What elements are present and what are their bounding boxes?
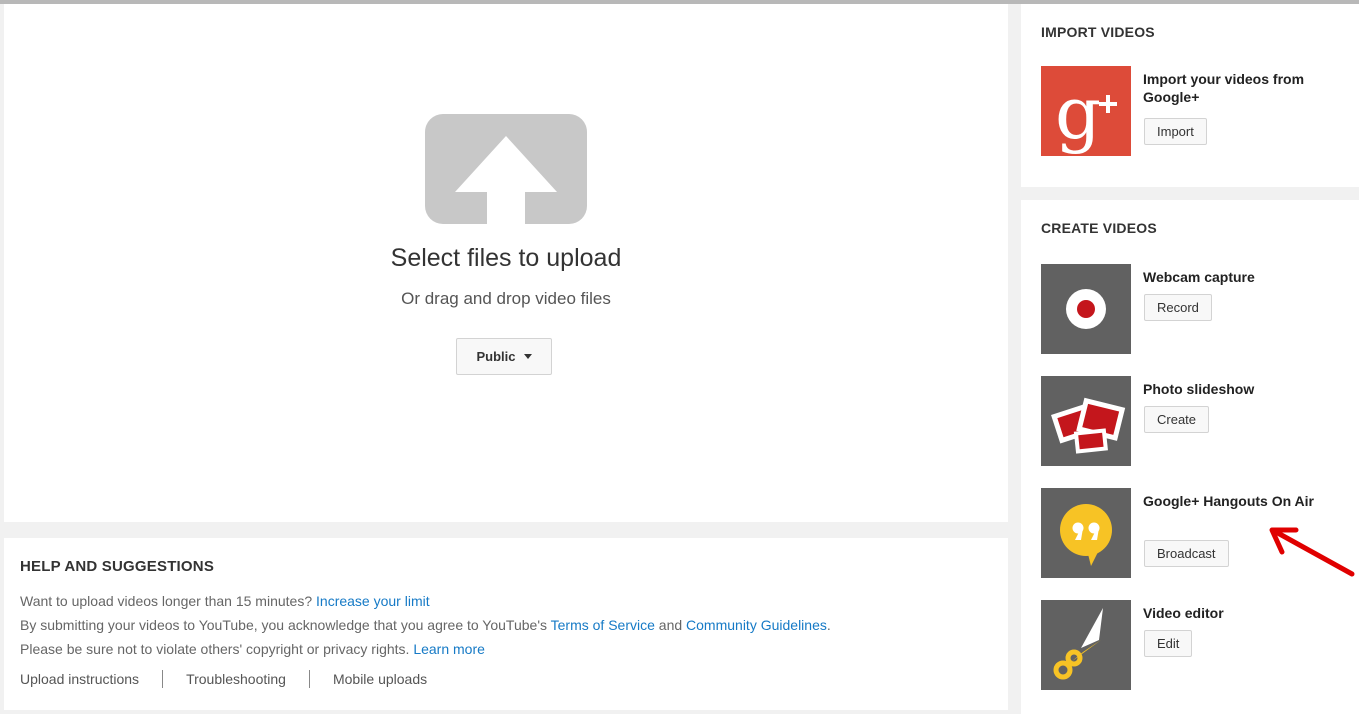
import-videos-title: IMPORT VIDEOS <box>1041 24 1155 40</box>
increase-limit-link[interactable]: Increase your limit <box>316 593 430 609</box>
webcam-capture-item: Webcam capture Record <box>1041 264 1359 354</box>
help-and-text: and <box>658 617 683 633</box>
photo-slideshow-icon <box>1041 376 1131 466</box>
import-google-plus-item: g Import your videos from Google+ Import <box>1041 66 1359 156</box>
help-copyright-text: Please be sure not to violate others' co… <box>20 641 410 657</box>
webcam-capture-title: Webcam capture <box>1143 269 1255 285</box>
annotation-arrow-icon <box>1269 527 1355 577</box>
import-item-title: Import your videos from Google+ <box>1143 71 1305 105</box>
mobile-uploads-link[interactable]: Mobile uploads <box>333 671 427 687</box>
edit-button[interactable]: Edit <box>1144 630 1193 657</box>
import-videos-panel: IMPORT VIDEOS g Import your videos from … <box>1021 4 1359 187</box>
broadcast-button[interactable]: Broadcast <box>1144 540 1229 567</box>
terms-of-service-link[interactable]: Terms of Service <box>551 617 655 633</box>
divider <box>308 670 310 688</box>
community-guidelines-link[interactable]: Community Guidelines <box>686 617 827 633</box>
divider <box>162 670 164 688</box>
chevron-down-icon <box>523 354 532 359</box>
help-line-limit: Want to upload videos longer than 15 min… <box>20 593 430 609</box>
webcam-record-icon <box>1041 264 1131 354</box>
svg-text:g: g <box>1055 71 1101 155</box>
help-links: Upload instructions Troubleshooting Mobi… <box>20 670 427 688</box>
hangouts-title: Google+ Hangouts On Air <box>1143 493 1314 509</box>
privacy-dropdown-label: Public <box>476 349 516 364</box>
select-files-button[interactable]: Select files to upload <box>4 244 1008 273</box>
help-limit-text: Want to upload videos longer than 15 min… <box>20 593 313 609</box>
video-editor-title: Video editor <box>1143 605 1224 621</box>
help-line-copyright: Please be sure not to violate others' co… <box>20 641 485 657</box>
troubleshooting-link[interactable]: Troubleshooting <box>186 671 286 687</box>
drag-drop-hint: Or drag and drop video files <box>401 289 611 308</box>
help-period: . <box>826 617 831 633</box>
help-line-terms: By submitting your videos to YouTube, yo… <box>20 617 831 633</box>
video-editor-item: Video editor Edit <box>1041 600 1359 690</box>
privacy-dropdown[interactable]: Public <box>456 338 552 375</box>
hangouts-icon <box>1041 488 1131 578</box>
create-slideshow-button[interactable]: Create <box>1144 406 1210 433</box>
help-terms-text: By submitting your videos to YouTube, yo… <box>20 617 547 633</box>
record-button[interactable]: Record <box>1144 294 1212 321</box>
upload-instructions-link[interactable]: Upload instructions <box>20 671 139 687</box>
help-panel: HELP AND SUGGESTIONS Want to upload vide… <box>4 538 1008 710</box>
help-title: HELP AND SUGGESTIONS <box>20 558 215 575</box>
learn-more-link[interactable]: Learn more <box>413 641 485 657</box>
scissors-icon <box>1041 600 1131 690</box>
google-plus-icon: g <box>1041 66 1131 156</box>
create-videos-panel: CREATE VIDEOS Webcam capture Record Phot… <box>1021 200 1359 714</box>
create-videos-title: CREATE VIDEOS <box>1041 220 1157 236</box>
upload-drop-zone[interactable]: Select files to upload Or drag and drop … <box>4 4 1008 522</box>
photo-slideshow-title: Photo slideshow <box>1143 381 1255 397</box>
import-button[interactable]: Import <box>1144 118 1207 145</box>
upload-arrow-icon[interactable] <box>425 114 587 224</box>
photo-slideshow-item: Photo slideshow Create <box>1041 376 1359 466</box>
